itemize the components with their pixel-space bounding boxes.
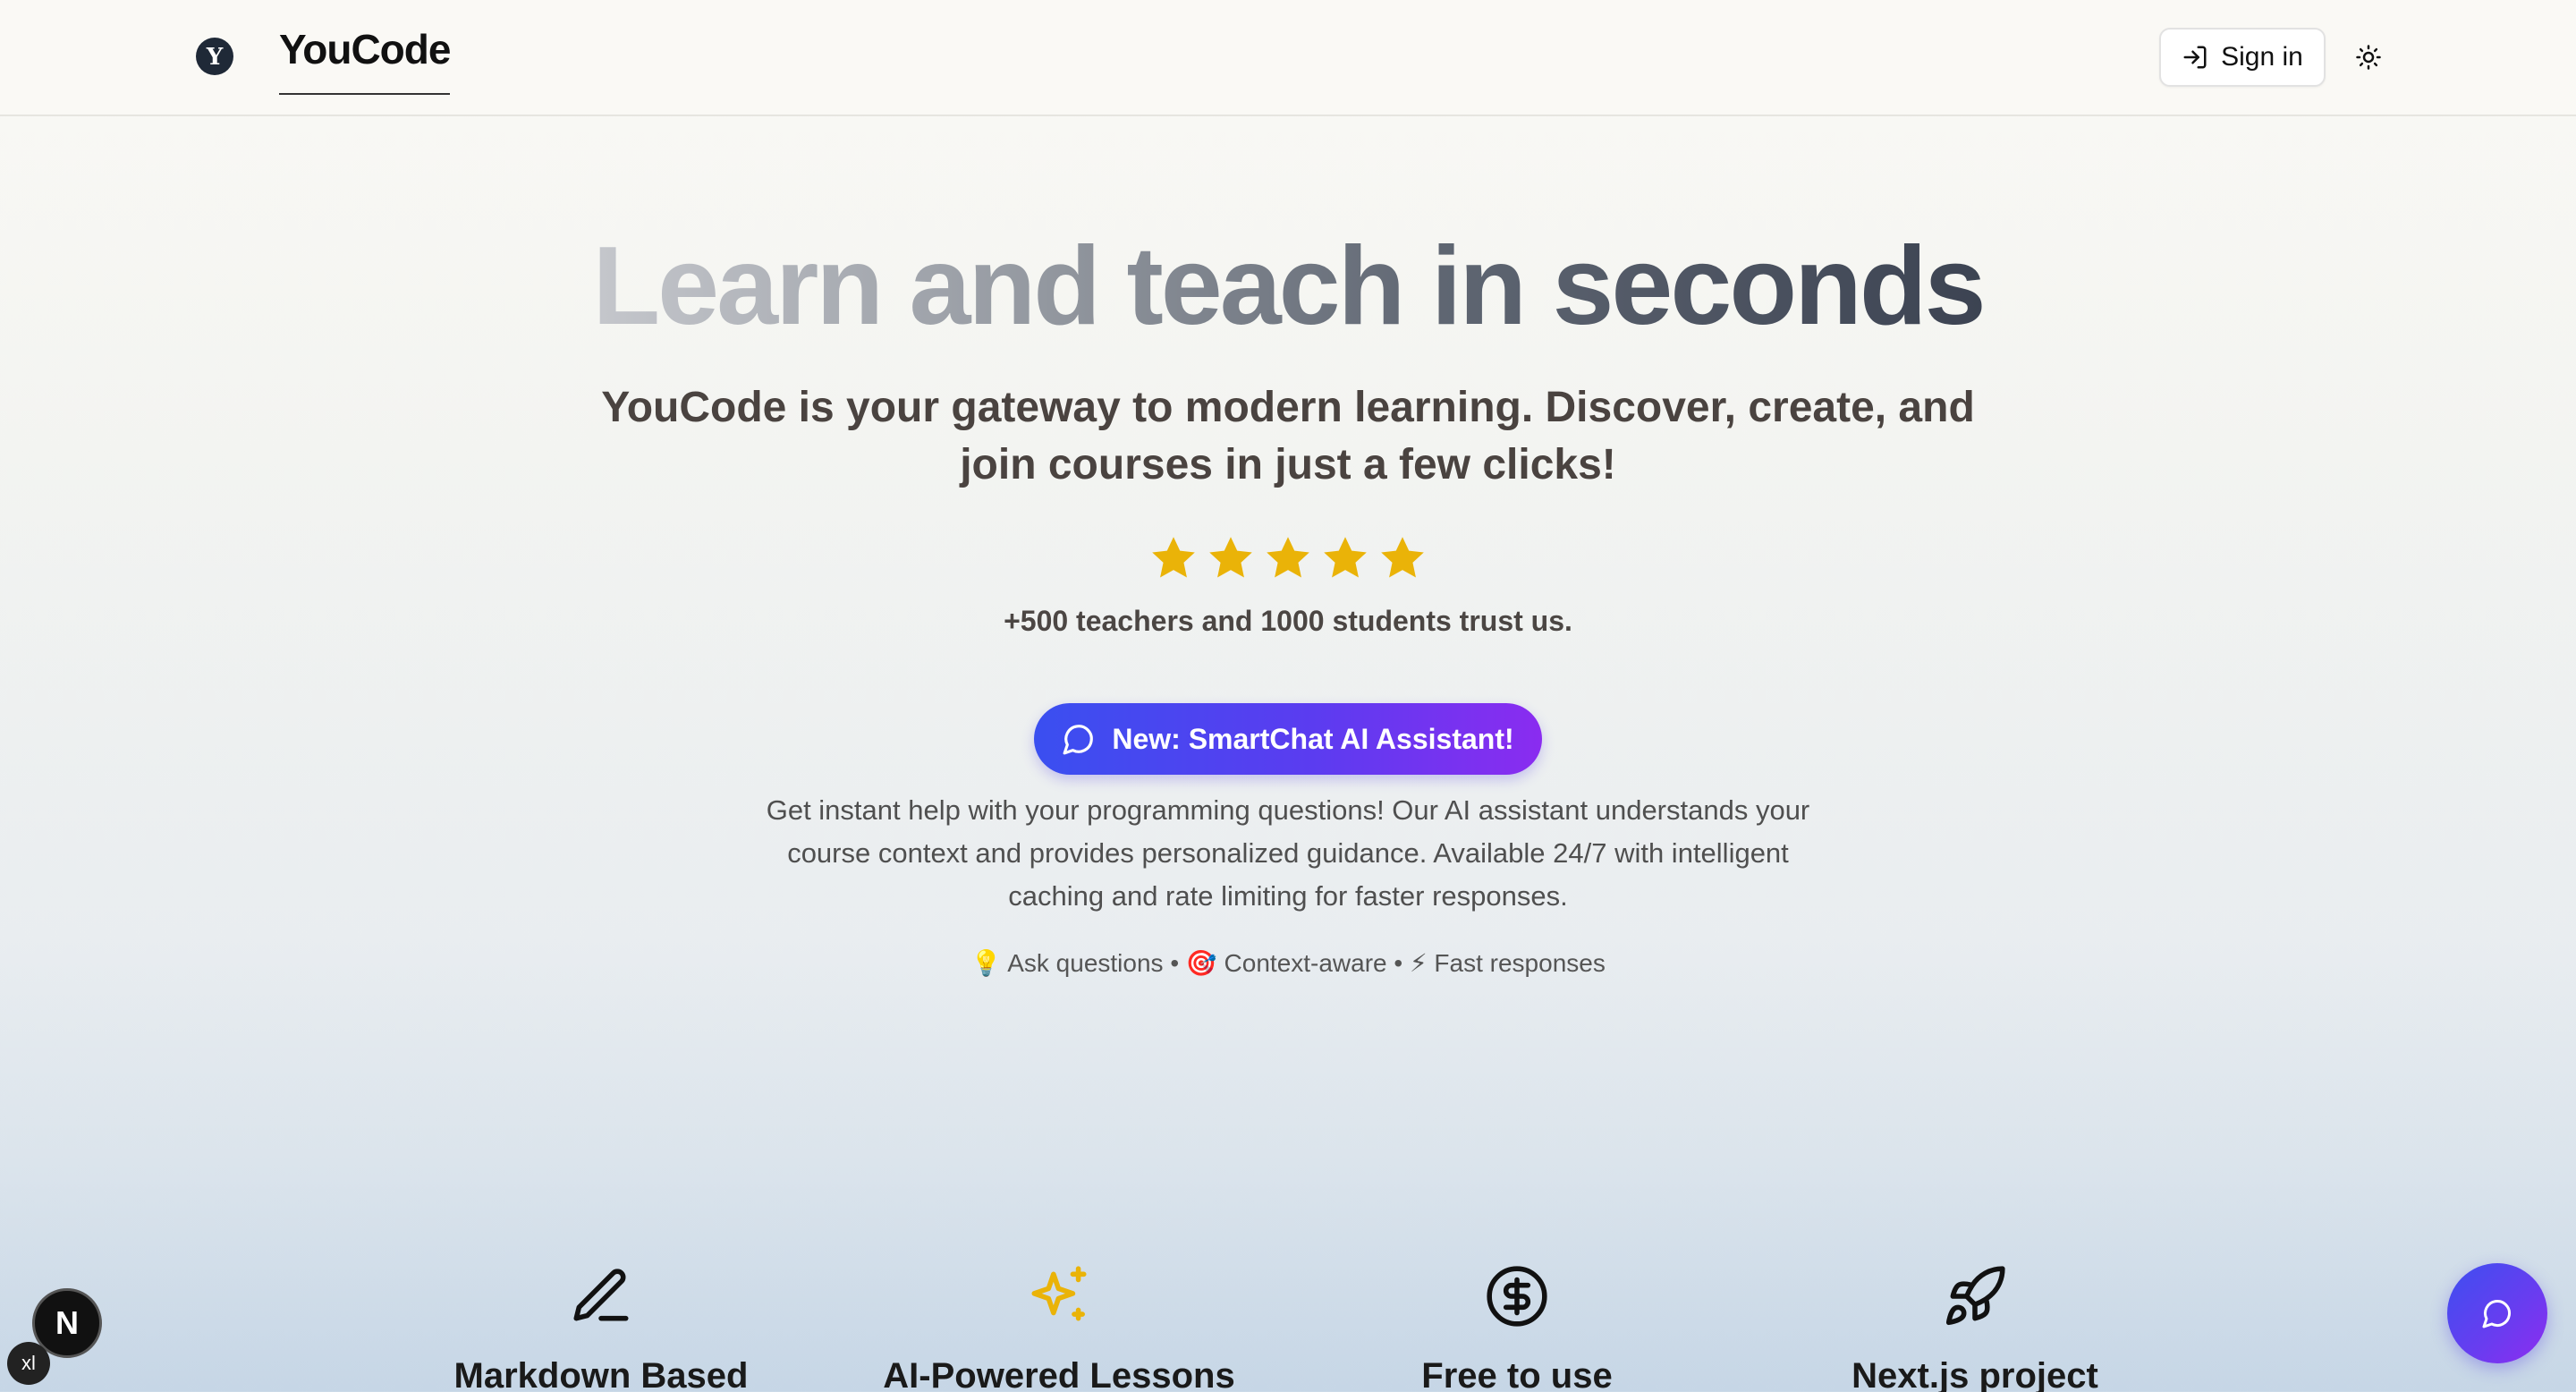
smartchat-cta-button[interactable]: New: SmartChat AI Assistant! (1034, 703, 1542, 775)
sun-icon (2356, 45, 2381, 70)
dollar-circle-icon (1487, 1266, 1547, 1327)
rating-stars (0, 533, 2576, 583)
hero-subtitle: YouCode is your gateway to modern learni… (601, 384, 1975, 488)
star-icon (1324, 537, 1367, 578)
cta-label: New: SmartChat AI Assistant! (1112, 722, 1514, 755)
log-in-icon (2183, 46, 2207, 69)
star-icon (1152, 537, 1195, 578)
pencil-icon (573, 1269, 629, 1321)
feature-nextjs: Next.js project (1769, 1263, 2181, 1392)
star-icon (1209, 537, 1252, 578)
feature-label: AI-Powered Lessons (883, 1356, 1235, 1392)
chat-assistant-button[interactable] (2447, 1263, 2547, 1363)
feature-label: Next.js project (1852, 1356, 2098, 1392)
star-icon (1267, 537, 1309, 578)
star-icon (1381, 537, 1424, 578)
hero-title: Learn and teach in seconds (592, 225, 1986, 348)
feature-ai-lessons: AI-Powered Lessons (853, 1263, 1265, 1392)
assistant-description: Get instant help with your programming q… (766, 794, 1810, 912)
message-circle-icon (1063, 725, 1094, 755)
feature-markdown: Markdown Based (395, 1263, 807, 1392)
theme-toggle-button[interactable] (2351, 39, 2386, 75)
svg-text:Y: Y (206, 44, 224, 71)
logo-icon: Y (197, 38, 233, 74)
sign-in-button[interactable]: Sign in (2159, 28, 2326, 87)
assistant-highlights: 💡 Ask questions • 🎯 Context-aware • ⚡ Fa… (970, 949, 1606, 977)
feature-free: Free to use (1311, 1263, 1723, 1392)
sign-in-label: Sign in (2221, 42, 2303, 72)
feature-label: Markdown Based (453, 1356, 749, 1392)
youcode-logo[interactable]: Y (196, 38, 233, 75)
top-navbar: Y YouCode Sign in (0, 0, 2576, 116)
feature-label: Free to use (1421, 1356, 1613, 1392)
brand-link[interactable]: YouCode (279, 25, 451, 95)
message-circle-icon (2482, 1299, 2512, 1328)
rocket-icon (1945, 1266, 2005, 1326)
trust-text: +500 teachers and 1000 students trust us… (1004, 605, 1572, 637)
breakpoint-badge: xl (7, 1342, 50, 1385)
sparkles-icon (1031, 1266, 1087, 1321)
